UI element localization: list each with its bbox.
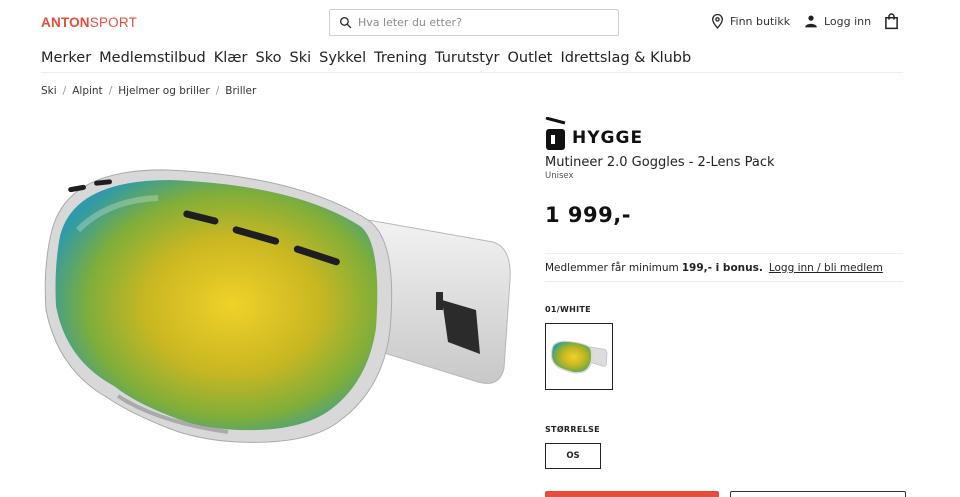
size-label: STØRRELSE (545, 425, 600, 434)
find-store-label: Finn butikk (730, 15, 791, 28)
breadcrumb-separator: / (108, 85, 113, 97)
login-label: Logg inn (824, 14, 872, 28)
nav-item-sykkel[interactable]: Sykkel (319, 50, 366, 66)
product-title: Mutineer 2.0 Goggles - 2-Lens Pack (545, 155, 775, 170)
login-link[interactable]: Logg inn (804, 14, 871, 28)
search-input[interactable] (358, 16, 598, 29)
find-store-link[interactable]: Finn butikk (711, 14, 790, 29)
nav-item-medlemstilbud[interactable]: Medlemstilbud (99, 50, 206, 66)
nav-item-idrettslag-klubb[interactable]: Idrettslag & Klubb (560, 50, 691, 66)
color-swatch-white[interactable] (545, 323, 613, 390)
member-prefix: Medlemmer får minimum (545, 261, 679, 274)
breadcrumb-separator: / (62, 85, 67, 97)
breadcrumb-item-ski[interactable]: Ski (41, 85, 57, 97)
breadcrumb-item-alpint[interactable]: Alpint (72, 85, 102, 97)
logo-secondary: SPORT (89, 14, 138, 30)
nav-item-ski[interactable]: Ski (289, 50, 311, 66)
nav-item-outlet[interactable]: Outlet (508, 50, 553, 66)
breadcrumb-item-hjelmer-og-briller[interactable]: Hjelmer og briller (118, 85, 209, 97)
nav-item-sko[interactable]: Sko (256, 50, 282, 66)
add-to-cart-button[interactable] (545, 491, 719, 497)
brand-mark-icon (545, 117, 566, 150)
brand-name: HYGGE (572, 128, 644, 148)
secondary-action-button[interactable] (730, 491, 906, 497)
breadcrumb-item-briller[interactable]: Briller (225, 85, 256, 97)
search-bar[interactable] (329, 9, 619, 36)
logo-primary: ANTON (41, 14, 90, 30)
breadcrumb: Ski / Alpint / Hjelmer og briller / Bril… (41, 85, 256, 97)
product-gender: Unisex (545, 171, 574, 181)
nav-item-turutstyr[interactable]: Turutstyr (435, 50, 499, 66)
nav-item-trening[interactable]: Trening (374, 50, 427, 66)
product-image-goggles[interactable] (38, 160, 518, 450)
product-price: 1 999,- (545, 203, 631, 227)
member-bonus-amount: 199,- i bonus. (681, 261, 763, 274)
nav-divider (41, 72, 903, 73)
bag-icon (885, 13, 898, 30)
location-pin-icon (712, 14, 723, 29)
breadcrumb-separator: / (215, 85, 220, 97)
user-icon (805, 15, 817, 28)
search-icon (339, 16, 352, 29)
header: ANTON SPORT Finn butikk Logg inn (0, 0, 960, 44)
color-label: 01/WHITE (545, 305, 591, 314)
login-become-member-link[interactable]: Logg inn / bli medlem (769, 262, 883, 274)
nav-item-merker[interactable]: Merker (41, 50, 91, 66)
anton-sport-logo[interactable]: ANTON SPORT (41, 14, 137, 30)
nav-item-klaer[interactable]: Klær (214, 50, 248, 66)
brand-logo[interactable]: HYGGE (545, 117, 643, 151)
member-bonus-info: Medlemmer får minimum 199,- i bonus. Log… (545, 253, 903, 282)
cart-button[interactable] (884, 13, 899, 34)
size-option-os[interactable]: OS (545, 443, 601, 469)
swatch-goggles-thumbnail (550, 340, 608, 374)
main-nav: Merker Medlemstilbud Klær Sko Ski Sykkel… (41, 50, 691, 66)
